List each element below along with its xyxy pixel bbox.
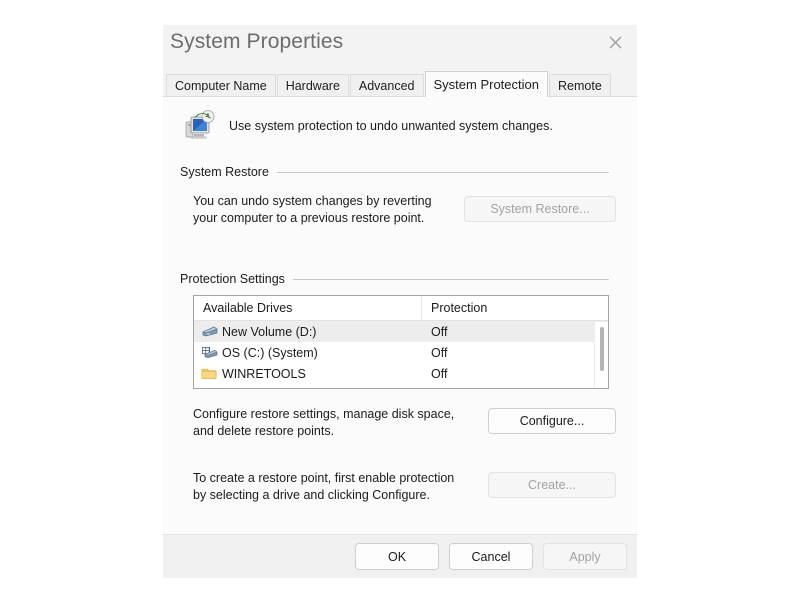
create-description: To create a restore point, first enable … bbox=[193, 471, 455, 502]
system-restore-button[interactable]: System Restore... bbox=[464, 196, 616, 222]
protection-settings-group-header: Protection Settings bbox=[180, 272, 609, 286]
drive-name-label: New Volume (D:) bbox=[222, 324, 317, 339]
tab-system-protection[interactable]: System Protection bbox=[424, 71, 548, 97]
create-button[interactable]: Create... bbox=[488, 472, 616, 498]
scrollbar-thumb[interactable] bbox=[600, 327, 604, 371]
table-row[interactable]: WINRETOOLS Off bbox=[194, 363, 608, 384]
table-row[interactable]: OS (C:) (System) Off bbox=[194, 342, 608, 363]
system-protection-icon bbox=[183, 109, 217, 143]
column-header-protection[interactable]: Protection bbox=[422, 296, 608, 320]
title-bar: System Properties bbox=[163, 25, 637, 73]
protection-status: Off bbox=[431, 366, 448, 381]
ok-button[interactable]: OK bbox=[355, 543, 439, 570]
system-restore-description: You can undo system changes by reverting… bbox=[193, 194, 432, 225]
intro-row: Use system protection to undo unwanted s… bbox=[163, 97, 637, 143]
system-drive-icon bbox=[201, 345, 218, 360]
folder-name-label: WINRETOOLS bbox=[222, 366, 306, 381]
configure-description: Configure restore settings, manage disk … bbox=[193, 407, 455, 438]
tab-computer-name[interactable]: Computer Name bbox=[166, 74, 276, 98]
cancel-button[interactable]: Cancel bbox=[449, 543, 533, 570]
system-properties-dialog: System Properties Computer Name Hardware… bbox=[163, 25, 637, 578]
available-drives-list[interactable]: Available Drives Protection New Volume (… bbox=[193, 295, 609, 389]
list-scrollbar[interactable] bbox=[594, 322, 608, 388]
table-row-partial[interactable] bbox=[194, 384, 608, 388]
dialog-footer: OK Cancel Apply bbox=[163, 534, 637, 578]
window-title: System Properties bbox=[170, 30, 344, 53]
system-restore-group-label: System Restore bbox=[180, 165, 269, 179]
drive-name-cell bbox=[194, 387, 422, 388]
group-divider bbox=[292, 278, 609, 280]
tab-strip: Computer Name Hardware Advanced System P… bbox=[163, 71, 637, 98]
close-icon[interactable] bbox=[593, 25, 637, 59]
drive-icon bbox=[201, 324, 218, 339]
group-divider bbox=[276, 171, 609, 173]
system-restore-group-header: System Restore bbox=[180, 165, 609, 179]
list-header: Available Drives Protection bbox=[194, 296, 608, 321]
folder-icon bbox=[201, 366, 218, 381]
protection-status: Off bbox=[431, 324, 448, 339]
column-header-available-drives[interactable]: Available Drives bbox=[194, 296, 422, 320]
create-row: To create a restore point, first enable … bbox=[163, 470, 637, 503]
table-row[interactable]: New Volume (D:) Off bbox=[194, 321, 608, 342]
tab-remote[interactable]: Remote bbox=[549, 74, 611, 98]
configure-button[interactable]: Configure... bbox=[488, 408, 616, 434]
drive-name-cell: WINRETOOLS bbox=[194, 366, 422, 381]
system-protection-panel: Use system protection to undo unwanted s… bbox=[163, 96, 637, 534]
drive-name-label: OS (C:) (System) bbox=[222, 345, 318, 360]
folder-icon bbox=[201, 387, 218, 388]
protection-settings-group-label: Protection Settings bbox=[180, 272, 285, 286]
system-restore-row: You can undo system changes by reverting… bbox=[163, 193, 637, 226]
drive-name-cell: OS (C:) (System) bbox=[194, 345, 422, 360]
intro-text: Use system protection to undo unwanted s… bbox=[229, 119, 553, 133]
configure-row: Configure restore settings, manage disk … bbox=[163, 406, 637, 439]
tab-hardware[interactable]: Hardware bbox=[276, 74, 349, 98]
drive-name-cell: New Volume (D:) bbox=[194, 324, 422, 339]
apply-button[interactable]: Apply bbox=[543, 543, 627, 570]
tab-advanced[interactable]: Advanced bbox=[349, 74, 424, 98]
protection-status: Off bbox=[431, 345, 448, 360]
